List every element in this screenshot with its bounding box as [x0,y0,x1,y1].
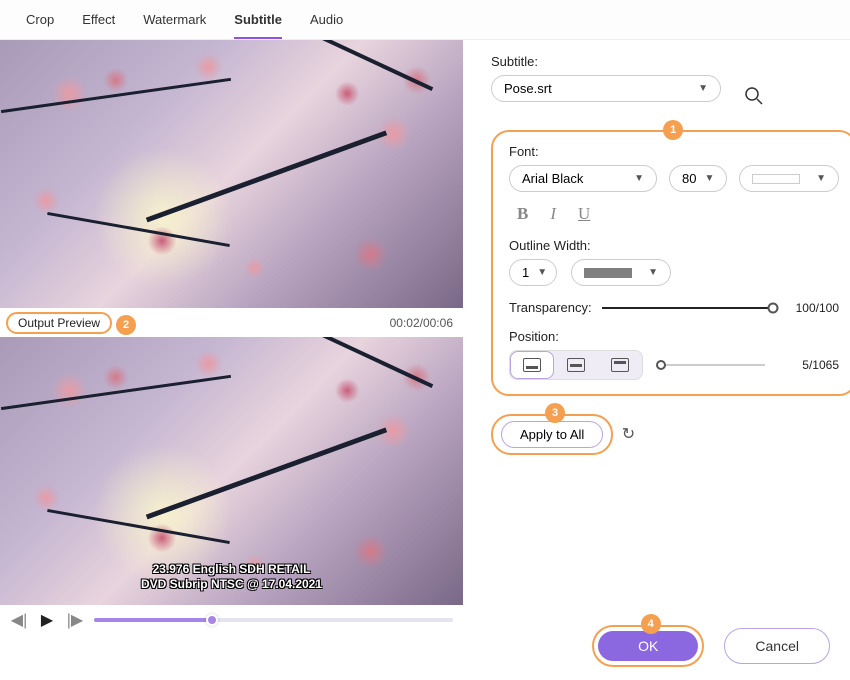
transparency-value: 100/100 [783,301,839,315]
original-preview [0,40,463,308]
tab-effect[interactable]: Effect [82,12,115,39]
font-size-select[interactable]: 80▼ [669,165,727,192]
tab-watermark[interactable]: Watermark [143,12,206,39]
output-preview: 23.976 English SDH RETAIL DVD Subrip NTS… [0,337,463,605]
callout-2: 2 [116,315,136,335]
subtitle-file-select[interactable]: Pose.srt▼ [491,75,721,102]
subtitle-label: Subtitle: [491,54,850,69]
ok-button[interactable]: OK [598,631,698,661]
position-bottom-button[interactable] [510,351,554,379]
tab-subtitle[interactable]: Subtitle [234,12,282,39]
subtitle-overlay: 23.976 English SDH RETAIL DVD Subrip NTS… [0,562,463,593]
callout-1: 1 [663,120,683,140]
transparency-label: Transparency: [509,300,592,315]
position-value: 5/1065 [783,358,839,372]
callout-4: 4 [641,614,661,634]
cancel-button[interactable]: Cancel [724,628,830,664]
callout-3: 3 [545,403,565,423]
outline-label: Outline Width: [509,238,839,253]
tab-crop[interactable]: Crop [26,12,54,39]
reset-icon[interactable]: ↻ [622,426,635,443]
outline-width-select[interactable]: 1▼ [509,259,557,286]
underline-button[interactable]: U [578,204,590,224]
position-slider[interactable] [661,364,765,366]
position-top-button[interactable] [598,351,642,379]
search-subtitle-icon[interactable] [743,85,765,107]
apply-to-all-button[interactable]: Apply to All [501,421,603,448]
apply-to-all-wrap: 3 Apply to All [491,414,613,455]
output-preview-label: Output Preview 2 [6,312,112,334]
color-swatch-white [752,174,800,184]
position-middle-button[interactable] [554,351,598,379]
transparency-slider[interactable] [602,307,773,309]
tab-audio[interactable]: Audio [310,12,343,39]
font-color-select[interactable]: ▼ [739,165,839,192]
font-family-select[interactable]: Arial Black▼ [509,165,657,192]
outline-color-select[interactable]: ▼ [571,259,671,286]
font-settings-panel: 1 Font: Arial Black▼ 80▼ ▼ B I U Outli [491,130,850,396]
color-swatch-gray [584,268,632,278]
position-label: Position: [509,329,839,344]
ok-button-wrap: 4 OK [592,625,704,667]
bold-button[interactable]: B [517,204,528,224]
italic-button[interactable]: I [550,204,556,224]
font-label: Font: [509,144,839,159]
time-indicator: 00:02/00:06 [390,316,453,330]
editor-tabs: Crop Effect Watermark Subtitle Audio [0,0,850,40]
